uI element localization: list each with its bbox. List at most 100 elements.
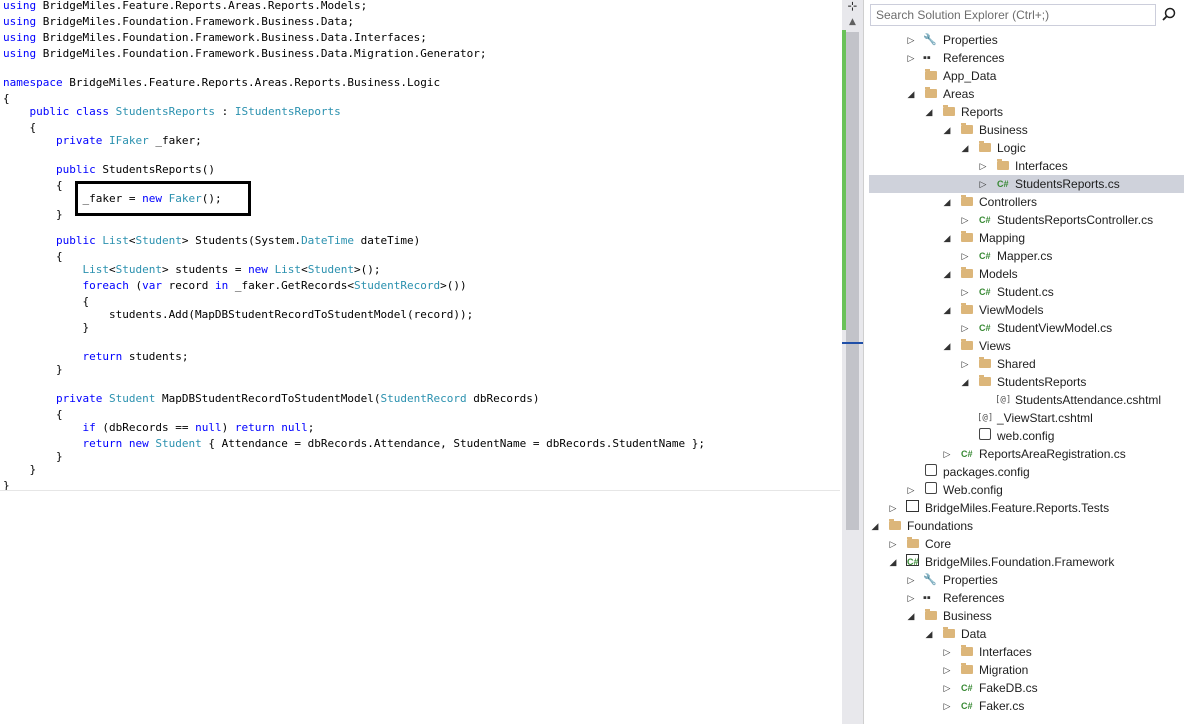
tree-item-label: StudentsReports.cs (1015, 177, 1120, 191)
tree-item[interactable]: ◢ Reports (869, 103, 1184, 121)
scroll-up-arrow-icon[interactable]: ▲ (846, 16, 859, 28)
expand-arrow-icon[interactable]: ▷ (978, 157, 988, 175)
expand-arrow-icon[interactable]: ▷ (906, 481, 916, 499)
tree-item[interactable]: App_Data (869, 67, 1184, 85)
collapse-arrow-icon[interactable]: ◢ (888, 553, 898, 571)
tree-item[interactable]: ◢ Views (869, 337, 1184, 355)
collapse-arrow-icon[interactable]: ◢ (942, 193, 952, 211)
tree-item[interactable]: ◢ Logic (869, 139, 1184, 157)
tree-item[interactable]: ◢ ViewModels (869, 301, 1184, 319)
code-line[interactable]: public StudentsReports() (3, 162, 215, 178)
expand-arrow-icon[interactable]: ▷ (888, 535, 898, 553)
tree-item[interactable]: ▷ C# ReportsAreaRegistration.cs (869, 445, 1184, 463)
code-line[interactable]: if (dbRecords == null) return null; (3, 420, 314, 436)
tree-item[interactable]: ◢ Models (869, 265, 1184, 283)
tree-item[interactable]: ◢ StudentsReports (869, 373, 1184, 391)
tree-item[interactable]: ◢ Mapping (869, 229, 1184, 247)
tree-item[interactable]: ▷ Migration (869, 661, 1184, 679)
tree-item[interactable]: ▷ Web.config (869, 481, 1184, 499)
tree-item[interactable]: ▷ Core (869, 535, 1184, 553)
tree-item[interactable]: ▷ C# StudentViewModel.cs (869, 319, 1184, 337)
tree-item[interactable]: ▷ C# Faker.cs (869, 697, 1184, 715)
expand-arrow-icon[interactable]: ▷ (960, 355, 970, 373)
expand-arrow-icon[interactable]: ▷ (942, 661, 952, 679)
code-line[interactable]: namespace BridgeMiles.Feature.Reports.Ar… (3, 75, 440, 91)
tree-item[interactable]: ▷ ▪▪ References (869, 589, 1184, 607)
expand-arrow-icon[interactable]: ▷ (942, 643, 952, 661)
tree-item[interactable]: ▷ BridgeMiles.Feature.Reports.Tests (869, 499, 1184, 517)
tree-item[interactable]: ◢ C# BridgeMiles.Foundation.Framework (869, 553, 1184, 571)
expand-arrow-icon[interactable]: ▷ (906, 589, 916, 607)
tree-item[interactable]: ◢ Controllers (869, 193, 1184, 211)
expand-arrow-icon[interactable]: ▷ (906, 49, 916, 67)
scrollbar-thumb[interactable] (846, 32, 859, 530)
tree-item[interactable]: ▷ ▪▪ References (869, 49, 1184, 67)
code-line[interactable]: } (3, 207, 63, 223)
expand-arrow-icon[interactable]: ▷ (906, 571, 916, 589)
search-icon[interactable] (1158, 4, 1180, 26)
tree-item[interactable]: ◢ Business (869, 607, 1184, 625)
code-line[interactable]: using BridgeMiles.Foundation.Framework.B… (3, 30, 427, 46)
expand-arrow-icon[interactable]: ▷ (942, 445, 952, 463)
tree-item[interactable]: ◢ Business (869, 121, 1184, 139)
expand-arrow-icon[interactable]: ▷ (960, 283, 970, 301)
collapse-arrow-icon[interactable]: ◢ (960, 373, 970, 391)
code-line[interactable]: } (3, 462, 36, 478)
code-line[interactable]: public class StudentsReports : IStudents… (3, 104, 341, 120)
expand-arrow-icon[interactable]: ▷ (960, 319, 970, 337)
tree-item[interactable]: ▷ 🔧 Properties (869, 571, 1184, 589)
end-of-file-line (0, 490, 840, 491)
collapse-arrow-icon[interactable]: ◢ (942, 301, 952, 319)
collapse-arrow-icon[interactable]: ◢ (960, 139, 970, 157)
tree-item[interactable]: packages.config (869, 463, 1184, 481)
code-line[interactable]: using BridgeMiles.Foundation.Framework.B… (3, 14, 354, 30)
tree-item[interactable]: [@] StudentsAttendance.cshtml (869, 391, 1184, 409)
tree-item[interactable]: ▷ 🔧 Properties (869, 31, 1184, 49)
code-line[interactable]: using BridgeMiles.Feature.Reports.Areas.… (3, 0, 367, 14)
collapse-arrow-icon[interactable]: ◢ (924, 103, 934, 121)
collapse-arrow-icon[interactable]: ◢ (942, 229, 952, 247)
code-line[interactable]: private IFaker _faker; (3, 133, 202, 149)
expand-arrow-icon[interactable]: ▷ (960, 247, 970, 265)
collapse-arrow-icon[interactable]: ◢ (906, 607, 916, 625)
collapse-arrow-icon[interactable]: ◢ (942, 121, 952, 139)
code-line[interactable]: List<Student> students = new List<Studen… (3, 262, 380, 278)
code-editor[interactable]: using BridgeMiles.Feature.Reports.Areas.… (0, 0, 842, 724)
tree-item[interactable]: ◢ Areas (869, 85, 1184, 103)
collapse-arrow-icon[interactable]: ◢ (906, 85, 916, 103)
expand-arrow-icon[interactable]: ▷ (942, 697, 952, 715)
tree-item[interactable]: ▷ C# FakeDB.cs (869, 679, 1184, 697)
expand-arrow-icon[interactable]: ▷ (888, 499, 898, 517)
code-line[interactable]: } (3, 362, 63, 378)
tree-item[interactable]: ▷ Shared (869, 355, 1184, 373)
tree-item[interactable]: web.config (869, 427, 1184, 445)
tree-item[interactable]: ◢ Data (869, 625, 1184, 643)
code-line[interactable]: public List<Student> Students(System.Dat… (3, 233, 420, 249)
collapse-arrow-icon[interactable]: ◢ (870, 517, 880, 535)
code-line[interactable]: private Student MapDBStudentRecordToStud… (3, 391, 539, 407)
expand-arrow-icon[interactable]: ▷ (942, 679, 952, 697)
collapse-arrow-icon[interactable]: ◢ (942, 265, 952, 283)
tree-item[interactable]: ▷ C# Mapper.cs (869, 247, 1184, 265)
expand-arrow-icon[interactable]: ▷ (978, 175, 988, 193)
tree-item[interactable]: ▷ Interfaces (869, 643, 1184, 661)
code-token: ( (128, 279, 143, 292)
code-line[interactable]: } (3, 320, 89, 336)
expand-arrow-icon[interactable]: ▷ (906, 31, 916, 49)
code-line[interactable]: using BridgeMiles.Foundation.Framework.B… (3, 46, 486, 62)
solution-explorer-search-input[interactable]: Search Solution Explorer (Ctrl+;) (870, 4, 1156, 26)
split-window-icon[interactable]: ⊹ (846, 0, 859, 13)
tree-item[interactable]: ▷ Interfaces (869, 157, 1184, 175)
tree-item[interactable]: ▷ C# StudentsReports.cs (869, 175, 1184, 193)
folder-icon (925, 69, 937, 80)
tree-item[interactable]: [@] _ViewStart.cshtml (869, 409, 1184, 427)
code-line[interactable]: return new Student { Attendance = dbReco… (3, 436, 705, 452)
tree-item[interactable]: ◢ Foundations (869, 517, 1184, 535)
code-line[interactable]: foreach (var record in _faker.GetRecords… (3, 278, 466, 294)
collapse-arrow-icon[interactable]: ◢ (942, 337, 952, 355)
tree-item[interactable]: ▷ C# StudentsReportsController.cs (869, 211, 1184, 229)
tree-item[interactable]: ▷ C# Student.cs (869, 283, 1184, 301)
expand-arrow-icon[interactable]: ▷ (960, 211, 970, 229)
collapse-arrow-icon[interactable]: ◢ (924, 625, 934, 643)
code-line[interactable]: } (3, 478, 10, 494)
